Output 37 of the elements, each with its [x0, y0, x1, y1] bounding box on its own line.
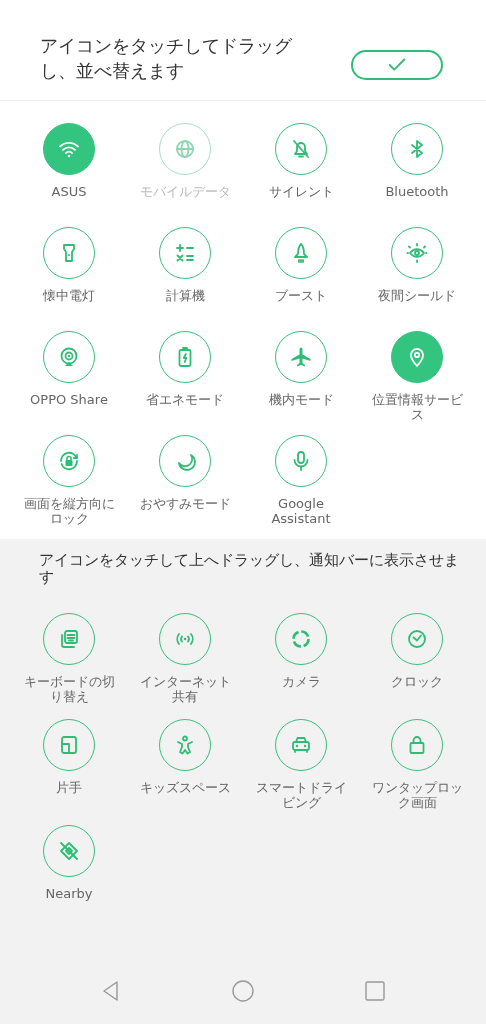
dashed-ring-icon: [289, 627, 313, 651]
tile-label: サイレント: [267, 184, 335, 199]
instruction-text: アイコンをタッチしてドラッグし、並べ替えます: [40, 35, 293, 83]
tile-label: 機内モード: [267, 392, 335, 407]
tile-label: 夜間シールド: [377, 288, 457, 303]
crossed-diamond-icon: [57, 839, 81, 863]
tile-label: スマートドライビング: [254, 780, 348, 810]
tile-label: 画面を縦方向にロック: [22, 496, 116, 526]
tile-label: ASUS: [50, 184, 88, 199]
tile-label: キッズスペース: [138, 780, 232, 795]
tile-label: キーボードの切り替え: [22, 674, 116, 704]
eye-icon: [405, 241, 429, 265]
rotation-lock-icon: [57, 449, 81, 473]
tile-label: OPPO Share: [29, 392, 109, 407]
recents-icon[interactable]: [363, 979, 387, 1003]
airplane-icon: [289, 345, 313, 369]
tile-label: 位置情報サービス: [370, 392, 464, 422]
tile-label: 省エネモード: [145, 392, 225, 407]
tile-label: Google Assistant: [270, 496, 332, 526]
tile-label: ブースト: [274, 288, 328, 303]
tile-label: 片手: [55, 780, 83, 795]
tile-label: クロック: [390, 674, 444, 689]
tile-label: おやすみモード: [138, 496, 232, 511]
tile-label: ワンタップロック画面: [370, 780, 464, 810]
toggle-button[interactable]: [43, 123, 95, 175]
done-button[interactable]: [351, 50, 443, 80]
tile-label: Nearby: [44, 886, 94, 901]
clock-icon: [405, 627, 429, 651]
tile-label: 計算機: [164, 288, 206, 303]
tile-label: Bluetooth: [384, 184, 450, 199]
tile-label: インターネット共有: [138, 674, 232, 704]
toggle-button[interactable]: [391, 331, 443, 383]
tile-label: カメラ: [280, 674, 322, 689]
globe-icon: [173, 137, 197, 161]
tile-label: 懐中電灯: [42, 288, 96, 303]
home-icon[interactable]: [231, 979, 255, 1003]
instruction-text: アイコンをタッチして上へドラッグし、通知バーに表示させます: [38, 551, 460, 586]
